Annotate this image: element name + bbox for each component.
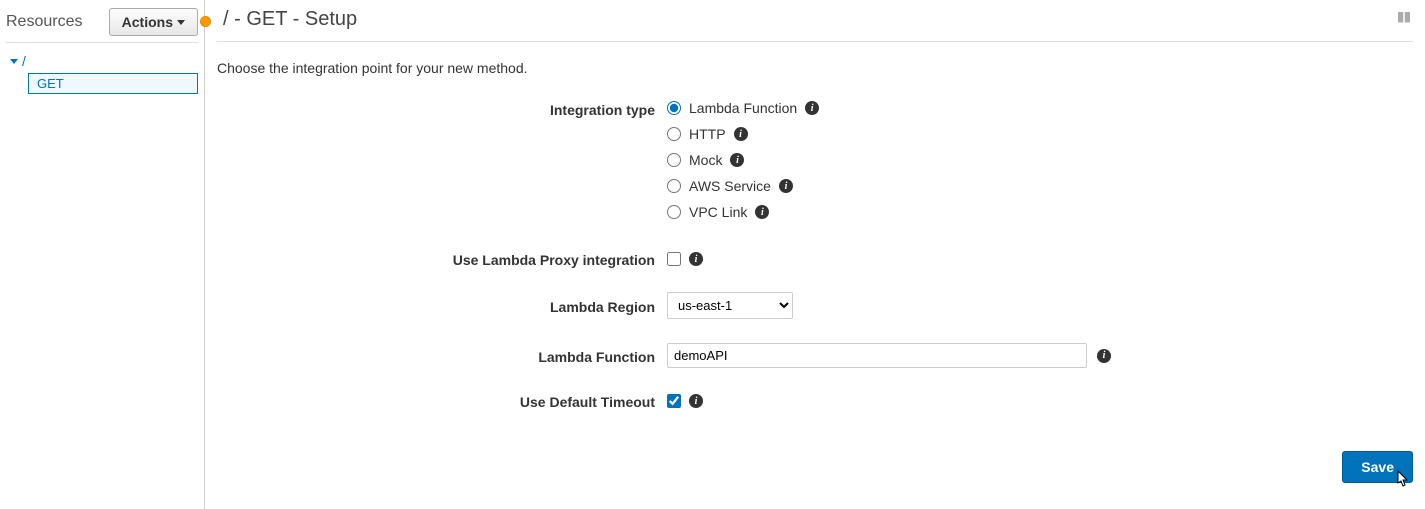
radio-mock-label: Mock (689, 152, 722, 168)
sidebar: Resources Actions / GET (0, 0, 205, 509)
radio-lambda-label: Lambda Function (689, 100, 797, 116)
timeout-checkbox[interactable] (667, 394, 681, 408)
info-icon[interactable]: i (755, 205, 769, 219)
radio-vpc[interactable] (667, 205, 681, 219)
integration-option-mock[interactable]: Mock i (667, 152, 819, 168)
integration-option-aws[interactable]: AWS Service i (667, 178, 819, 194)
proxy-label: Use Lambda Proxy integration (247, 250, 667, 268)
actions-label: Actions (122, 14, 173, 30)
radio-lambda[interactable] (667, 101, 681, 115)
docs-icon[interactable] (1395, 9, 1413, 30)
timeout-label: Use Default Timeout (247, 392, 667, 410)
info-icon[interactable]: i (689, 394, 703, 408)
radio-vpc-label: VPC Link (689, 204, 747, 220)
page-title: / - GET - Setup (223, 8, 357, 31)
lambda-function-input[interactable] (667, 343, 1087, 368)
info-icon[interactable]: i (805, 101, 819, 115)
radio-aws[interactable] (667, 179, 681, 193)
tree-root[interactable]: / (10, 53, 198, 69)
integration-option-lambda[interactable]: Lambda Function i (667, 100, 819, 116)
integration-type-label: Integration type (247, 100, 667, 118)
info-icon[interactable]: i (779, 179, 793, 193)
actions-button[interactable]: Actions (109, 8, 198, 36)
main-panel: / - GET - Setup Choose the integration p… (205, 0, 1425, 509)
info-icon[interactable]: i (734, 127, 748, 141)
intro-text: Choose the integration point for your ne… (217, 42, 1413, 100)
resources-heading: Resources (6, 13, 82, 31)
radio-mock[interactable] (667, 153, 681, 167)
tree-method-label: GET (37, 76, 64, 91)
status-dot-icon (200, 16, 211, 27)
integration-option-vpc[interactable]: VPC Link i (667, 204, 819, 220)
tree-root-label: / (22, 53, 26, 69)
info-icon[interactable]: i (689, 252, 703, 266)
resource-tree: / GET (6, 53, 198, 94)
radio-http-label: HTTP (689, 126, 726, 142)
region-label: Lambda Region (247, 297, 667, 315)
function-label: Lambda Function (247, 347, 667, 365)
chevron-down-icon (10, 59, 18, 64)
radio-http[interactable] (667, 127, 681, 141)
info-icon[interactable]: i (1097, 349, 1111, 363)
tree-method-get[interactable]: GET (28, 73, 198, 94)
proxy-checkbox[interactable] (667, 252, 681, 266)
setup-form: Integration type Lambda Function i HTTP … (217, 100, 1413, 410)
integration-option-http[interactable]: HTTP i (667, 126, 819, 142)
caret-down-icon (177, 20, 185, 25)
region-select[interactable]: us-east-1 (667, 292, 793, 319)
info-icon[interactable]: i (730, 153, 744, 167)
radio-aws-label: AWS Service (689, 178, 771, 194)
cursor-icon (1393, 470, 1409, 495)
